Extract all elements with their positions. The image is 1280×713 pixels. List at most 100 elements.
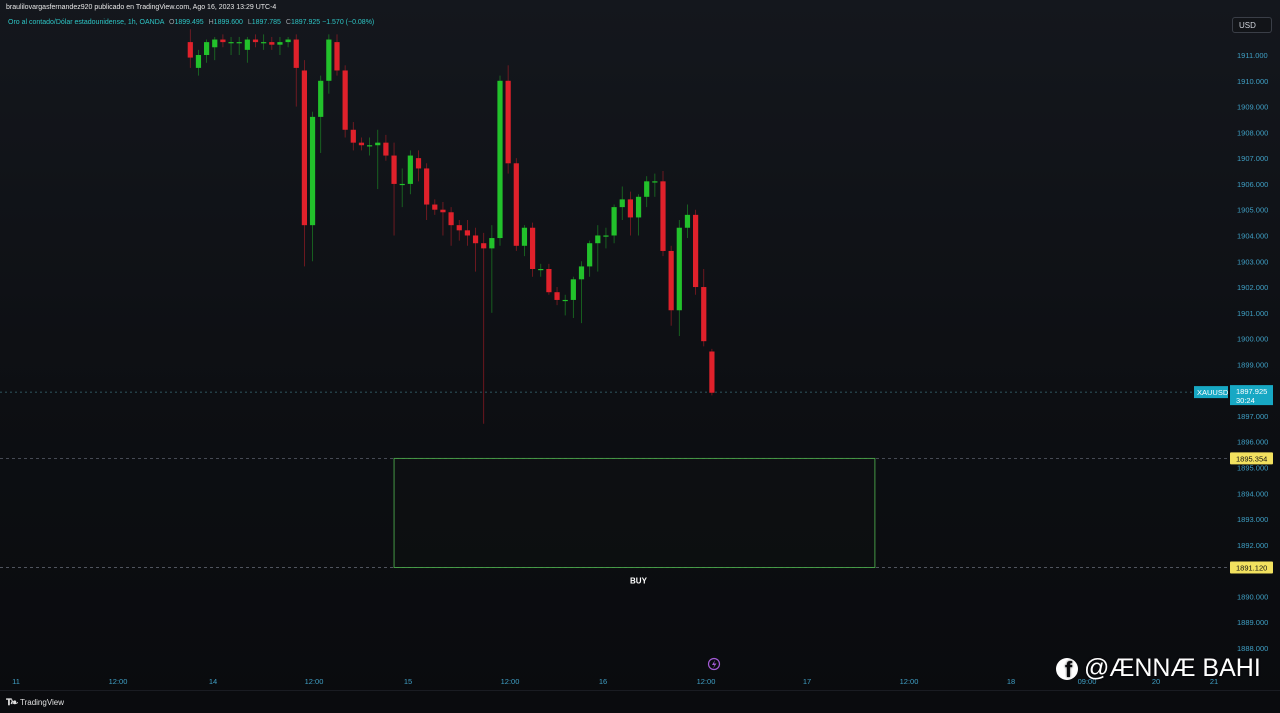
time-tick-label: 14 <box>209 677 217 686</box>
time-tick-label: 12:00 <box>900 677 919 686</box>
candle-body[interactable] <box>652 181 658 183</box>
candle-body[interactable] <box>627 199 633 218</box>
buy-zone-label: BUY <box>630 577 648 586</box>
price-tick-label: 1890.000 <box>1237 592 1268 601</box>
price-tick-label: 1892.000 <box>1237 541 1268 550</box>
price-tick-label: 1907.000 <box>1237 154 1268 163</box>
candle-body[interactable] <box>554 292 560 300</box>
candle-body[interactable] <box>684 214 691 228</box>
candle-body[interactable] <box>236 42 242 44</box>
candle-body[interactable] <box>456 225 462 231</box>
candle-body[interactable] <box>570 279 576 300</box>
footer-bar <box>0 690 1280 713</box>
candlestick-chart[interactable]: BUY 1911.000 1910.000 1909.000 1908.000 1907.… <box>0 0 1280 712</box>
price-tick-label: 1905.000 <box>1237 206 1268 215</box>
time-tick-label: 16 <box>599 677 607 686</box>
candle-body[interactable] <box>244 39 250 50</box>
candle-body[interactable] <box>407 155 413 184</box>
time-tick-label: 12:00 <box>501 677 520 686</box>
candle-body[interactable] <box>220 39 226 43</box>
symbol-label: XAUUSD <box>1197 388 1229 397</box>
candle-body[interactable] <box>334 42 340 71</box>
candle-body[interactable] <box>399 183 405 186</box>
candle-body[interactable] <box>204 42 210 55</box>
candle-body[interactable] <box>309 116 316 226</box>
candle-body[interactable] <box>521 227 528 246</box>
price-tick-label: 1901.000 <box>1237 309 1268 318</box>
price-tick-label: 1909.000 <box>1237 103 1268 112</box>
candle-body[interactable] <box>285 39 291 43</box>
candle-body[interactable] <box>603 235 609 237</box>
candle-body[interactable] <box>326 39 332 81</box>
candle-body[interactable] <box>342 70 348 130</box>
time-tick-label: 17 <box>803 677 811 686</box>
candle-body[interactable] <box>187 42 193 58</box>
price-tick-label: 1911.000 <box>1237 51 1268 60</box>
candle-body[interactable] <box>269 42 275 45</box>
price-tick-label: 1897.000 <box>1237 412 1268 421</box>
tradingview-brand[interactable]: 𝐓❧ TradingView <box>6 697 64 708</box>
watermark-text: @ÆNNÆ BAHI <box>1084 654 1261 682</box>
candle-body[interactable] <box>505 80 511 164</box>
candle-body[interactable] <box>587 243 593 267</box>
candle-body[interactable] <box>448 212 454 226</box>
candle-body[interactable] <box>701 287 707 342</box>
candle-body[interactable] <box>350 129 356 143</box>
candle-body[interactable] <box>440 209 446 213</box>
candle-body[interactable] <box>693 214 699 288</box>
candle-body[interactable] <box>383 142 389 156</box>
brand-text: TradingView <box>20 698 65 707</box>
price-tick-label: 1910.000 <box>1237 77 1268 86</box>
candle-body[interactable] <box>676 227 682 311</box>
time-tick-label: 18 <box>1007 677 1015 686</box>
candle-body[interactable] <box>212 39 218 48</box>
candle-body[interactable] <box>644 181 650 197</box>
candle-body[interactable] <box>277 42 283 45</box>
countdown-label: 30:24 <box>1236 396 1255 405</box>
candle-body[interactable] <box>472 235 479 244</box>
candle-body[interactable] <box>546 268 552 293</box>
candle-body[interactable] <box>578 266 585 280</box>
candle-body[interactable] <box>424 168 430 205</box>
candle-body[interactable] <box>611 207 617 236</box>
candle-body[interactable] <box>709 351 715 393</box>
candle-body[interactable] <box>415 158 422 169</box>
candle-body[interactable] <box>432 204 438 210</box>
candle-body[interactable] <box>668 250 674 311</box>
price-tick-label: 1896.000 <box>1237 438 1268 447</box>
candle-body[interactable] <box>464 230 470 236</box>
candle-body[interactable] <box>318 80 324 117</box>
candle-body[interactable] <box>489 238 495 249</box>
price-tick-label: 1888.000 <box>1237 644 1268 653</box>
price-tick-label: 1904.000 <box>1237 231 1268 240</box>
candle-body[interactable] <box>261 42 267 44</box>
candle-body[interactable] <box>391 155 397 184</box>
watermark: f @ÆNNÆ BAHI <box>1056 654 1261 683</box>
candle-body[interactable] <box>497 80 503 239</box>
candle-body[interactable] <box>481 243 487 249</box>
candle-body[interactable] <box>367 145 373 147</box>
candle-body[interactable] <box>562 299 568 302</box>
price-tick-label: 1903.000 <box>1237 257 1268 266</box>
current-price-label: 1897.925 <box>1236 387 1267 396</box>
time-tick-label: 12:00 <box>109 677 128 686</box>
candle-body[interactable] <box>252 39 259 43</box>
candle-body[interactable] <box>513 163 519 246</box>
candle-body[interactable] <box>619 199 625 208</box>
price-tick-label: 1902.000 <box>1237 283 1268 292</box>
price-tick-label: 1894.000 <box>1237 489 1268 498</box>
candle-body[interactable] <box>301 70 307 226</box>
candle-body[interactable] <box>530 227 536 269</box>
price-tick-label: 1893.000 <box>1237 515 1268 524</box>
candle-body[interactable] <box>538 268 544 271</box>
candle-body[interactable] <box>375 142 381 146</box>
candle-body[interactable] <box>660 181 666 251</box>
candle-body[interactable] <box>635 196 642 218</box>
candle-body[interactable] <box>595 235 601 244</box>
price-tick-label: 1900.000 <box>1237 335 1268 344</box>
buy-zone-box[interactable] <box>393 457 876 569</box>
candle-body[interactable] <box>228 42 234 44</box>
candle-body[interactable] <box>293 39 299 68</box>
candle-body[interactable] <box>358 142 365 146</box>
candle-body[interactable] <box>195 55 202 68</box>
